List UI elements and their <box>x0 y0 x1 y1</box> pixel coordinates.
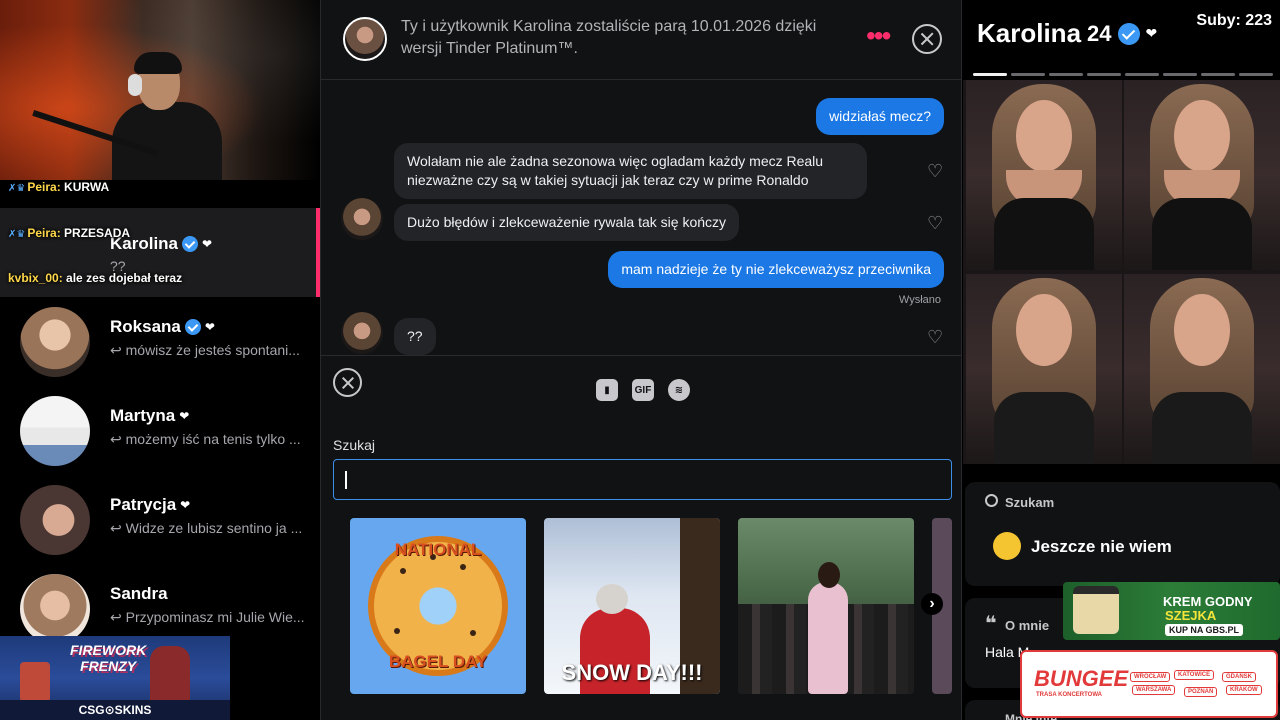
close-gif-picker-icon[interactable] <box>333 368 362 397</box>
verified-icon <box>184 319 201 335</box>
message-list: widziałaś mecz? Wolałam nie ale żadna se… <box>321 80 961 356</box>
photo-indicator[interactable] <box>1201 73 1235 76</box>
matches-panel: ✗♛ Peira: KURWA Karolina ❤ ?? ✗♛ Peira: PR… <box>0 0 320 720</box>
subs-counter: Suby: 223 <box>1196 12 1272 29</box>
message-composer: ▮ GIF ≋ Szukaj NATIONAL BAGEL DAY SNOW D… <box>321 357 961 720</box>
gif-caption: NATIONAL <box>394 540 482 559</box>
match-last-message: ↩ Przypominasz mi Julie Wie... <box>110 609 305 625</box>
message-incoming: ?? <box>394 318 436 355</box>
gif-caption: SNOW DAY!!! <box>561 660 703 685</box>
ad-title: FIREWORK FRENZY <box>70 642 147 674</box>
photo-tile <box>1124 274 1280 464</box>
gif-search-input[interactable] <box>333 459 952 500</box>
chevron-right-icon[interactable]: › <box>921 593 943 615</box>
sent-status: Wysłano <box>898 294 941 306</box>
gif-dancing-crowd[interactable] <box>738 518 914 694</box>
sticker-icon[interactable]: ▮ <box>596 379 618 401</box>
like-heart-icon[interactable]: ♡ <box>927 213 943 234</box>
verified-icon <box>1117 22 1140 45</box>
search-label: Szukaj <box>333 437 376 453</box>
profile-age: 24 <box>1087 20 1112 46</box>
match-name: Roksana <box>110 317 181 336</box>
more-options-icon[interactable]: ••• <box>866 22 891 50</box>
quote-icon: ❝ <box>985 613 997 635</box>
heart-icon: ❤ <box>1145 25 1158 41</box>
match-info-text: Ty i użytkownik Karolina zostaliście par… <box>401 18 817 57</box>
gif-snow-day[interactable]: SNOW DAY!!! <box>544 518 720 694</box>
message-outgoing: widziałaś mecz? <box>816 98 944 135</box>
photo-indicator[interactable] <box>1163 73 1197 76</box>
close-chat-icon[interactable] <box>912 24 942 54</box>
photo-tile <box>966 80 1122 270</box>
looking-for-card: Szukam Jeszcze nie wiem <box>965 482 1280 586</box>
message-outgoing: mam nadzieje że ty nie zlekceważysz prze… <box>608 251 944 288</box>
search-icon <box>985 494 998 507</box>
heart-icon: ❤ <box>204 320 215 334</box>
avatar <box>20 574 90 644</box>
csgoskins-ad: FIREWORK FRENZY CSG⊙SKINS <box>0 636 230 720</box>
photo-progress <box>973 73 1273 76</box>
stream-chat-line: ✗♛ Peira: KURWA <box>8 180 110 194</box>
avatar[interactable] <box>343 17 387 61</box>
text-caret <box>345 471 347 489</box>
avatar <box>20 307 90 377</box>
profile-name: Karolina <box>977 18 1082 48</box>
heart-icon: ❤ <box>202 237 213 251</box>
looking-for-label: Szukam <box>1005 495 1055 510</box>
avatar <box>341 312 383 354</box>
match-item-roksana[interactable]: Roksana ❤ ↩ mówisz że jesteś spontani... <box>0 297 320 386</box>
streamer-webcam <box>0 0 320 180</box>
like-heart-icon[interactable]: ♡ <box>927 161 943 182</box>
match-item-patrycja[interactable]: Patrycja ❤ ↩ Widze ze lubisz sentino ja … <box>0 475 320 564</box>
bungee-tour-ad: BUNGEE TRASA KONCERTOWA WROCŁAW KATOWICE… <box>1020 650 1278 718</box>
chat-panel: Ty i użytkownik Karolina zostaliście par… <box>320 0 962 720</box>
photo-tile <box>1124 80 1280 270</box>
match-last-message: ↩ Widze ze lubisz sentino ja ... <box>110 520 303 536</box>
stream-chat-line: kvbix_00: ale zes dojebał teraz <box>8 271 183 285</box>
spotify-icon[interactable]: ≋ <box>668 379 690 401</box>
verified-icon <box>182 236 199 252</box>
chat-header: Ty i użytkownik Karolina zostaliście par… <box>321 0 961 80</box>
message-incoming: Dużo błędów i zlekceważenie rywala tak s… <box>394 204 740 241</box>
gif-national-bagel-day[interactable]: NATIONAL BAGEL DAY <box>350 518 526 694</box>
media-toolbar: ▮ GIF ≋ <box>596 379 690 401</box>
avatar <box>20 485 90 555</box>
gif-caption: BAGEL DAY <box>388 652 488 671</box>
photo-indicator[interactable] <box>1011 73 1045 76</box>
stream-chat-line: ✗♛ Peira: PRZESADA <box>8 226 131 240</box>
heart-icon: ❤ <box>180 498 191 512</box>
gbs-cream-ad: KREM GODNY SZEJKA KUP NA GBS.PL <box>1063 582 1280 640</box>
match-name: Patrycja <box>110 495 177 514</box>
match-name: Martyna <box>110 406 176 425</box>
profile-panel: Karolina 24 ❤ Suby: 223 Szukam Jeszcze n… <box>963 0 1280 720</box>
photo-indicator[interactable] <box>1125 73 1159 76</box>
message-incoming: Wolałam nie ale żadna sezonowa więc ogla… <box>394 143 867 199</box>
avatar <box>20 396 90 466</box>
profile-header: Karolina 24 ❤ <box>977 18 1157 49</box>
photo-indicator[interactable] <box>1087 73 1121 76</box>
about-me-label: O mnie <box>1005 618 1050 633</box>
heart-icon: ❤ <box>179 409 190 423</box>
match-last-message: ↩ możemy iść na tenis tylko ... <box>110 431 301 447</box>
avatar <box>341 198 383 240</box>
photo-indicator[interactable] <box>973 73 1007 76</box>
looking-for-value: Jeszcze nie wiem <box>1031 537 1172 556</box>
thinking-face-icon <box>993 532 1021 560</box>
photo-indicator[interactable] <box>1049 73 1083 76</box>
photo-indicator[interactable] <box>1239 73 1273 76</box>
profile-photo[interactable] <box>963 80 1280 464</box>
ad-footer: CSG⊙SKINS <box>0 700 230 720</box>
gif-icon[interactable]: GIF <box>632 379 654 401</box>
match-name: Sandra <box>110 584 168 603</box>
match-item-martyna[interactable]: Martyna ❤ ↩ możemy iść na tenis tylko ..… <box>0 386 320 475</box>
like-heart-icon[interactable]: ♡ <box>927 327 943 348</box>
match-last-message: ↩ mówisz że jesteś spontani... <box>110 342 300 358</box>
photo-tile <box>966 274 1122 464</box>
